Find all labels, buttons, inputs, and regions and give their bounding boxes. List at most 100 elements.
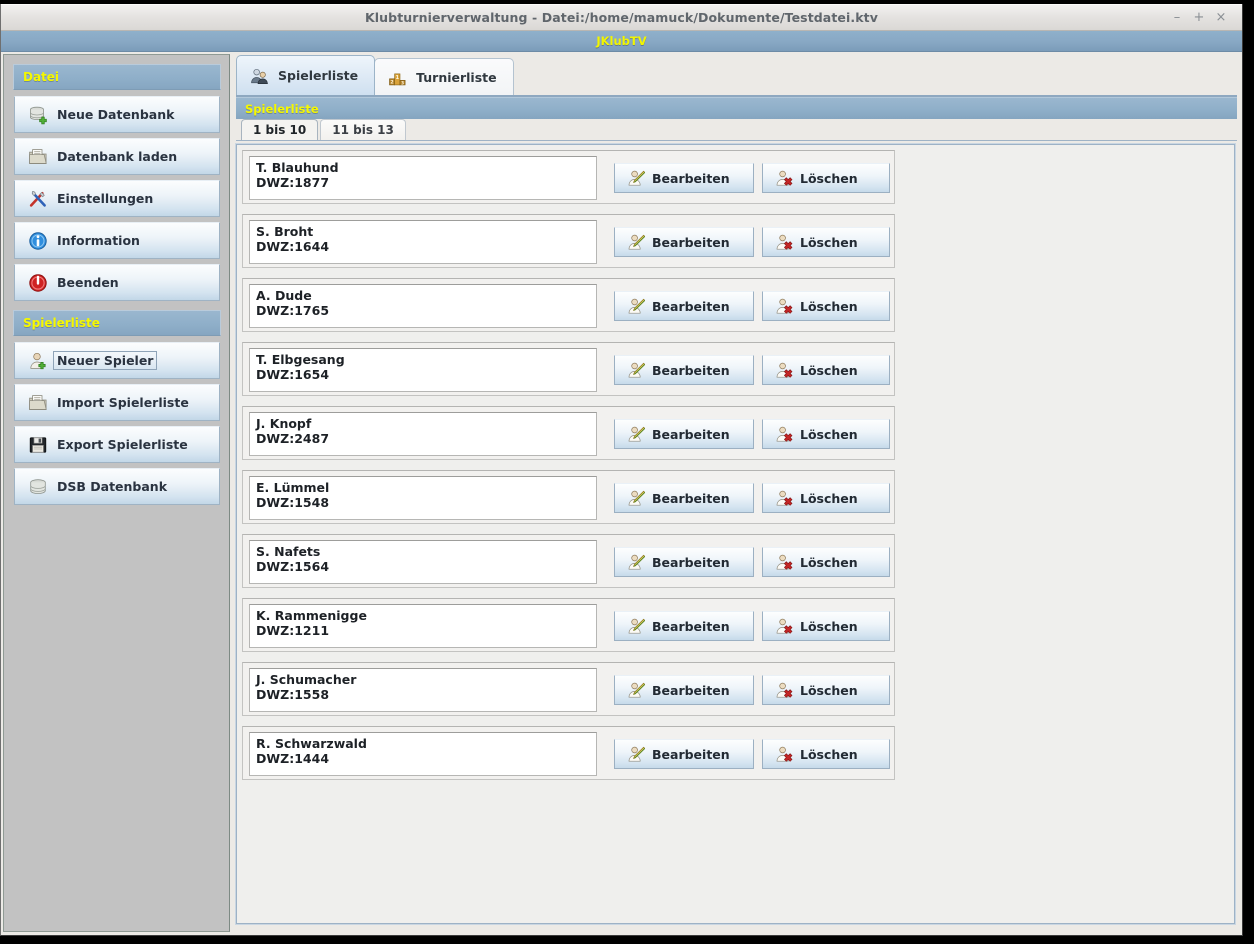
edit-player-button[interactable]: Bearbeiten: [614, 355, 754, 385]
player-info-field[interactable]: T. Blauhund DWZ:1877: [249, 156, 597, 200]
edit-player-button[interactable]: Bearbeiten: [614, 291, 754, 321]
edit-player-label: Bearbeiten: [652, 234, 730, 250]
sidebar-button-group-0: Neue Datenbank Datenbank laden Einstellung…: [14, 96, 220, 301]
tab-bar: Spielerliste 2 1 3 Turnierliste: [236, 55, 1237, 97]
sidebar-item-label: Export Spielerliste: [57, 437, 188, 452]
delete-player-label: Löschen: [800, 746, 858, 762]
sidebar-button-group-1: Neuer Spieler Import Spielerliste Export S…: [14, 342, 220, 505]
player-info-field[interactable]: K. Rammenigge DWZ:1211: [249, 604, 597, 648]
delete-player-button[interactable]: Löschen: [762, 227, 890, 257]
delete-player-button[interactable]: Löschen: [762, 355, 890, 385]
sidebar-item-import-spielerliste[interactable]: Import Spielerliste: [14, 384, 220, 421]
delete-player-label: Löschen: [800, 170, 858, 186]
svg-text:1: 1: [396, 75, 400, 81]
user-edit-icon: [627, 361, 645, 379]
player-info-field[interactable]: E. Lümmel DWZ:1548: [249, 476, 597, 520]
delete-player-button[interactable]: Löschen: [762, 675, 890, 705]
user-delete-icon: [775, 233, 793, 251]
player-row: S. Nafets DWZ:1564 Bearbeiten Löschen: [242, 534, 895, 588]
delete-player-button[interactable]: Löschen: [762, 419, 890, 449]
user-edit-icon: [627, 489, 645, 507]
sidebar-item-label: Neue Datenbank: [57, 107, 175, 122]
sidebar-item-einstellungen[interactable]: Einstellungen: [14, 180, 220, 217]
user-edit-icon: [627, 297, 645, 315]
sidebar-item-beenden[interactable]: Beenden: [14, 264, 220, 301]
maximize-button[interactable]: +: [1190, 9, 1208, 27]
player-dwz: DWZ:1877: [256, 175, 330, 190]
sidebar-section-title: Spielerliste: [23, 316, 100, 330]
player-dwz: DWZ:1548: [256, 495, 330, 510]
player-name: T. Blauhund: [256, 160, 339, 175]
player-info-field[interactable]: S. Broht DWZ:1644: [249, 220, 597, 264]
floppy-save-icon: [28, 435, 48, 455]
delete-player-button[interactable]: Löschen: [762, 611, 890, 641]
user-edit-icon: [627, 169, 645, 187]
delete-player-label: Löschen: [800, 234, 858, 250]
sidebar-item-label: Neuer Spieler: [52, 351, 158, 370]
user-edit-icon: [627, 745, 645, 763]
sidebar-item-export-spielerliste[interactable]: Export Spielerliste: [14, 426, 220, 463]
delete-player-button[interactable]: Löschen: [762, 483, 890, 513]
player-info-field[interactable]: J. Schumacher DWZ:1558: [249, 668, 597, 712]
user-delete-icon: [775, 617, 793, 635]
sidebar-item-datenbank-laden[interactable]: Datenbank laden: [14, 138, 220, 175]
sidebar-item-label: Import Spielerliste: [57, 395, 189, 410]
player-info-field[interactable]: T. Elbgesang DWZ:1654: [249, 348, 597, 392]
pagination-tab-0[interactable]: 1 bis 10: [241, 119, 319, 140]
delete-player-button[interactable]: Löschen: [762, 739, 890, 769]
edit-player-button[interactable]: Bearbeiten: [614, 675, 754, 705]
user-delete-icon: [775, 425, 793, 443]
player-info-field[interactable]: S. Nafets DWZ:1564: [249, 540, 597, 584]
player-info-field[interactable]: R. Schwarzwald DWZ:1444: [249, 732, 597, 776]
edit-player-label: Bearbeiten: [652, 490, 730, 506]
pagination-tab-1[interactable]: 11 bis 13: [320, 119, 406, 140]
user-delete-icon: [775, 489, 793, 507]
edit-player-button[interactable]: Bearbeiten: [614, 547, 754, 577]
tab-label: Spielerliste: [278, 68, 359, 83]
power-icon: [28, 273, 48, 293]
minimize-button[interactable]: –: [1168, 9, 1186, 27]
delete-player-label: Löschen: [800, 554, 858, 570]
sidebar-item-neuer-spieler[interactable]: Neuer Spieler: [14, 342, 220, 379]
player-name: A. Dude: [256, 288, 312, 303]
edit-player-button[interactable]: Bearbeiten: [614, 739, 754, 769]
player-info-field[interactable]: A. Dude DWZ:1765: [249, 284, 597, 328]
player-list-panel: T. Blauhund DWZ:1877 Bearbeiten Löschen S. B…: [235, 143, 1236, 925]
delete-player-label: Löschen: [800, 490, 858, 506]
sidebar-section-header-1: Spielerliste: [13, 310, 221, 336]
player-name: E. Lümmel: [256, 480, 330, 495]
user-delete-icon: [775, 681, 793, 699]
close-button[interactable]: ×: [1212, 9, 1230, 27]
tab-spielerliste[interactable]: Spielerliste: [236, 55, 376, 95]
user-edit-icon: [627, 233, 645, 251]
player-name: J. Schumacher: [256, 672, 357, 687]
section-header: Spielerliste: [236, 97, 1237, 119]
edit-player-label: Bearbeiten: [652, 426, 730, 442]
player-name: R. Schwarzwald: [256, 736, 367, 751]
edit-player-button[interactable]: Bearbeiten: [614, 163, 754, 193]
delete-player-button[interactable]: Löschen: [762, 291, 890, 321]
player-dwz: DWZ:1765: [256, 303, 330, 318]
edit-player-label: Bearbeiten: [652, 554, 730, 570]
sidebar-item-dsb-datenbank[interactable]: DSB Datenbank: [14, 468, 220, 505]
delete-player-button[interactable]: Löschen: [762, 547, 890, 577]
player-row: A. Dude DWZ:1765 Bearbeiten Löschen: [242, 278, 895, 332]
delete-player-label: Löschen: [800, 618, 858, 634]
sidebar-item-neue-datenbank[interactable]: Neue Datenbank: [14, 96, 220, 133]
edit-player-button[interactable]: Bearbeiten: [614, 483, 754, 513]
user-edit-icon: [627, 553, 645, 571]
delete-player-button[interactable]: Löschen: [762, 163, 890, 193]
edit-player-button[interactable]: Bearbeiten: [614, 419, 754, 449]
edit-player-button[interactable]: Bearbeiten: [614, 227, 754, 257]
edit-player-label: Bearbeiten: [652, 618, 730, 634]
sidebar-item-label: DSB Datenbank: [57, 479, 168, 494]
player-row: T. Blauhund DWZ:1877 Bearbeiten Löschen: [242, 150, 895, 204]
edit-player-button[interactable]: Bearbeiten: [614, 611, 754, 641]
player-info-field[interactable]: J. Knopf DWZ:2487: [249, 412, 597, 456]
tab-label: Turnierliste: [416, 69, 497, 85]
svg-text:2: 2: [390, 79, 393, 85]
user-edit-icon: [627, 617, 645, 635]
sidebar-item-information[interactable]: Information: [14, 222, 220, 259]
tab-turnierliste[interactable]: 2 1 3 Turnierliste: [374, 58, 514, 95]
user-add-icon: [28, 351, 48, 371]
